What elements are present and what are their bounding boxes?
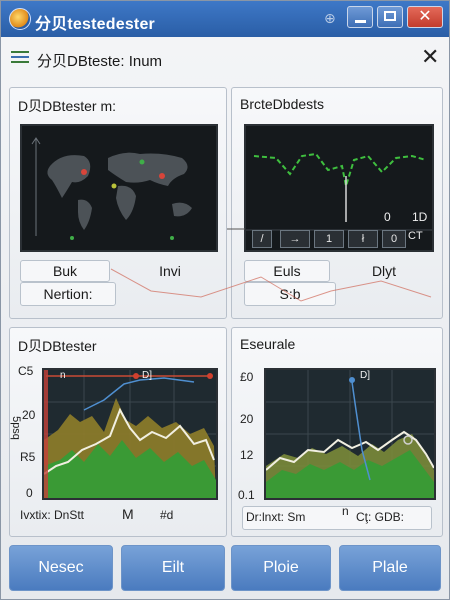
place-button[interactable]: Plale	[339, 545, 441, 591]
connector-line	[110, 228, 432, 302]
edit-button[interactable]: Eilt	[121, 545, 225, 591]
profile-button[interactable]: Ploie	[231, 545, 331, 591]
next-button[interactable]: Nesec	[9, 545, 113, 591]
app-window: 分贝testedester ⊕ ✕ 分贝DBteste: Inum ✕ D贝DB…	[0, 0, 450, 600]
